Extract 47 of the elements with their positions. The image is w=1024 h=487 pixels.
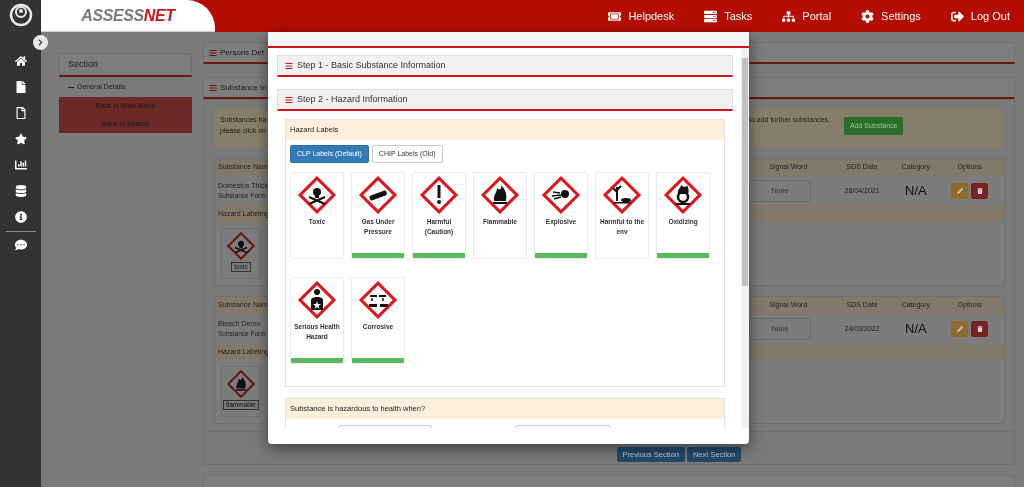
logout-icon — [950, 9, 964, 23]
bar-chart-icon[interactable] — [14, 159, 27, 171]
selected-bar — [352, 358, 404, 363]
category-value: N/A — [904, 320, 928, 339]
nav-link[interactable]: Settings — [861, 7, 921, 25]
step-header[interactable]: Step 2 - Hazard Information — [277, 89, 733, 111]
home-icon[interactable] — [14, 55, 27, 67]
scrollbar[interactable] — [741, 48, 749, 428]
selected-bar — [413, 253, 465, 258]
nav-link[interactable]: Tasks — [704, 7, 753, 25]
nav-link[interactable]: Portal — [782, 7, 832, 25]
delete-button[interactable] — [971, 183, 989, 199]
menu-icon — [285, 61, 293, 70]
step-title: Step 2 - Hazard Information — [297, 92, 408, 106]
nav-link[interactable]: Helpdesk — [608, 7, 675, 25]
logo-icon[interactable] — [8, 3, 33, 27]
chevron-right-icon — [37, 39, 44, 46]
ticket-icon — [608, 9, 622, 23]
server-icon — [704, 9, 718, 23]
trash-icon — [976, 326, 983, 332]
menu-icon — [285, 95, 293, 104]
minus-icon — [68, 86, 74, 88]
database-icon[interactable] — [14, 185, 27, 197]
pencil-icon — [956, 188, 963, 194]
star-icon[interactable] — [14, 133, 27, 145]
delete-button[interactable] — [971, 321, 989, 337]
trash-icon — [976, 188, 983, 194]
sitemap-icon — [782, 9, 796, 23]
category-value: N/A — [904, 182, 928, 201]
step-header[interactable]: Step 1 - Basic Substance Information — [277, 55, 733, 77]
selected-bar — [352, 253, 404, 258]
info-icon[interactable] — [14, 211, 27, 223]
selected-bar — [535, 253, 587, 258]
document-outline-icon[interactable] — [14, 107, 27, 119]
pencil-icon — [956, 326, 963, 332]
panel-title: Persons Det — [220, 46, 265, 59]
chat-icon[interactable] — [14, 239, 27, 251]
document-icon[interactable] — [14, 81, 27, 93]
selected-bar — [291, 358, 343, 363]
menu-icon — [209, 48, 217, 57]
step-title: Step 1 - Basic Substance Information — [297, 58, 446, 72]
menu-icon — [209, 83, 217, 92]
settings-icon — [861, 9, 875, 23]
section-title: Section — [68, 57, 99, 71]
selected-bar — [657, 253, 709, 258]
brand-logo[interactable]: ASSESSNET — [81, 3, 175, 28]
nav-link[interactable]: Log Out — [950, 7, 1010, 25]
